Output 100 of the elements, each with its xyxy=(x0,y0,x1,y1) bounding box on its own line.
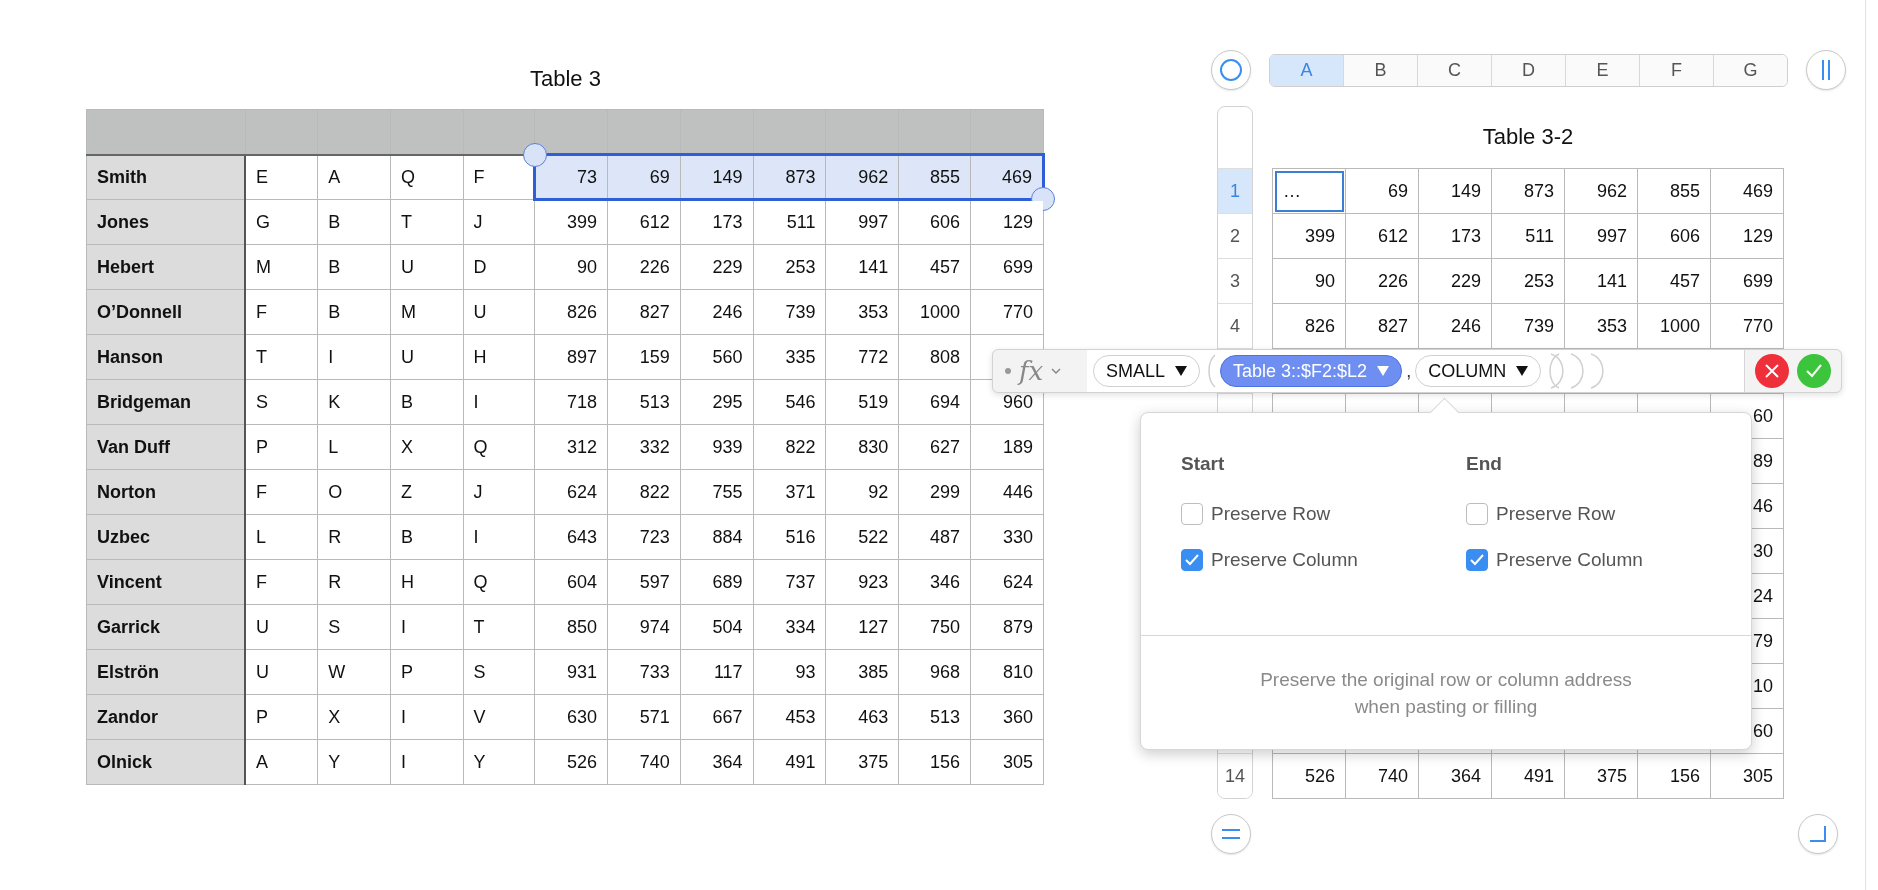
row-header[interactable]: 14 xyxy=(1218,753,1252,798)
table-cell: R xyxy=(317,514,391,560)
table-cell: 129 xyxy=(1710,213,1784,259)
table-cell: 117 xyxy=(680,649,754,695)
table-cell: U xyxy=(390,334,464,380)
row-name-cell: Uzbec xyxy=(86,514,246,560)
table-cell: 997 xyxy=(1564,213,1638,259)
table-cell: M xyxy=(245,244,318,290)
formula-token[interactable]: SMALL xyxy=(1093,355,1201,387)
checkmark-icon xyxy=(1185,554,1199,566)
table-cell: 229 xyxy=(680,244,754,290)
table-cell: 571 xyxy=(607,694,681,740)
checkmark-icon xyxy=(1470,554,1484,566)
table-cell: 827 xyxy=(1345,303,1419,349)
table-cell: 718 xyxy=(534,379,608,425)
table-cell: 810 xyxy=(970,649,1044,695)
table-cell: Z xyxy=(390,469,464,515)
checkbox[interactable] xyxy=(1466,549,1488,571)
table-cell: 330 xyxy=(970,514,1044,560)
checkmark-icon xyxy=(1805,363,1823,379)
table-cell: 526 xyxy=(534,739,608,785)
table-cell: 612 xyxy=(607,199,681,245)
resize-button[interactable] xyxy=(1798,814,1838,854)
table-cell: 149 xyxy=(680,154,754,200)
table-cell: S xyxy=(317,604,391,650)
table-cell: 156 xyxy=(898,739,971,785)
table-cell: 69 xyxy=(1345,168,1419,214)
table-cell: 606 xyxy=(898,199,971,245)
table-cell: 739 xyxy=(1491,303,1565,349)
equals-icon xyxy=(1221,828,1241,840)
table-cell: 385 xyxy=(825,649,899,695)
table-cell: U xyxy=(245,604,318,650)
checkbox[interactable] xyxy=(1466,503,1488,525)
caret-icon xyxy=(1516,366,1529,376)
table-cell: 453 xyxy=(753,694,826,740)
row-name-cell: Bridgeman xyxy=(86,379,246,425)
table-cell: 962 xyxy=(825,154,899,200)
select-table-button[interactable] xyxy=(1211,50,1251,90)
add-row-button[interactable] xyxy=(1211,814,1251,854)
table-cell: J xyxy=(463,469,535,515)
table-cell: 560 xyxy=(680,334,754,380)
checkbox-label: Preserve Row xyxy=(1211,503,1331,525)
table-cell: 346 xyxy=(898,559,971,605)
cancel-button[interactable] xyxy=(1755,354,1789,388)
separator-text: , xyxy=(1406,360,1412,382)
table-cell: 755 xyxy=(680,469,754,515)
table-cell: 399 xyxy=(534,199,608,245)
table-cell: 246 xyxy=(680,289,754,335)
table-cell: 694 xyxy=(898,379,971,425)
table-cell: A xyxy=(245,739,318,785)
table-cell: 597 xyxy=(607,559,681,605)
table-cell: I xyxy=(390,604,464,650)
table-cell: 364 xyxy=(1418,753,1492,799)
table-cell: 463 xyxy=(825,694,899,740)
table-cell: 305 xyxy=(970,739,1044,785)
table-cell: 667 xyxy=(680,694,754,740)
checkbox[interactable] xyxy=(1181,503,1203,525)
table-cell: 371 xyxy=(753,469,826,515)
table-cell: K xyxy=(317,379,391,425)
table-cell: 519 xyxy=(825,379,899,425)
table-cell: 923 xyxy=(825,559,899,605)
group-heading: End xyxy=(1466,453,1503,475)
table-cell: Y xyxy=(463,739,535,785)
table-cell: O xyxy=(317,469,391,515)
table-cell: 156 xyxy=(1637,753,1711,799)
checkbox-label: Preserve Column xyxy=(1496,549,1643,571)
table-cell: B xyxy=(390,379,464,425)
row-name-cell: Hebert xyxy=(86,244,246,290)
table-cell: 770 xyxy=(970,289,1044,335)
accept-button[interactable] xyxy=(1797,354,1831,388)
table-cell: L xyxy=(245,514,318,560)
table-cell: 606 xyxy=(1637,213,1711,259)
circle-icon xyxy=(1219,58,1243,82)
table-cell: P xyxy=(245,424,318,470)
table-cell: 69 xyxy=(607,154,681,200)
table-cell: B xyxy=(390,514,464,560)
letter-tab[interactable]: G xyxy=(1713,54,1787,86)
checkbox[interactable] xyxy=(1181,549,1203,571)
table-cell: 689 xyxy=(680,559,754,605)
table-cell: 127 xyxy=(825,604,899,650)
table-cell: 353 xyxy=(1564,303,1638,349)
formula-token[interactable]: COLUMN xyxy=(1415,355,1542,387)
table-cell: 643 xyxy=(534,514,608,560)
checkbox-label: Preserve Column xyxy=(1211,549,1358,571)
table-cell: 226 xyxy=(607,244,681,290)
table-cell: 612 xyxy=(1345,213,1419,259)
table-cell: 141 xyxy=(1564,258,1638,304)
chevron-icon[interactable] xyxy=(1051,367,1062,375)
table-cell: 740 xyxy=(607,739,681,785)
table-cell: 312 xyxy=(534,424,608,470)
table-cell: U xyxy=(245,649,318,695)
table-cell: 353 xyxy=(825,289,899,335)
formula-field[interactable]: SMALL Table 3::$F2:$L2 , COLUMN xyxy=(1087,350,1744,392)
add-column-button[interactable] xyxy=(1806,50,1846,90)
table-cell: 299 xyxy=(898,469,971,515)
table-cell: 446 xyxy=(970,469,1044,515)
table-cell: 546 xyxy=(753,379,826,425)
corner-icon xyxy=(1809,825,1827,843)
row-name-cell: Hanson xyxy=(86,334,246,380)
table-cell: 850 xyxy=(534,604,608,650)
